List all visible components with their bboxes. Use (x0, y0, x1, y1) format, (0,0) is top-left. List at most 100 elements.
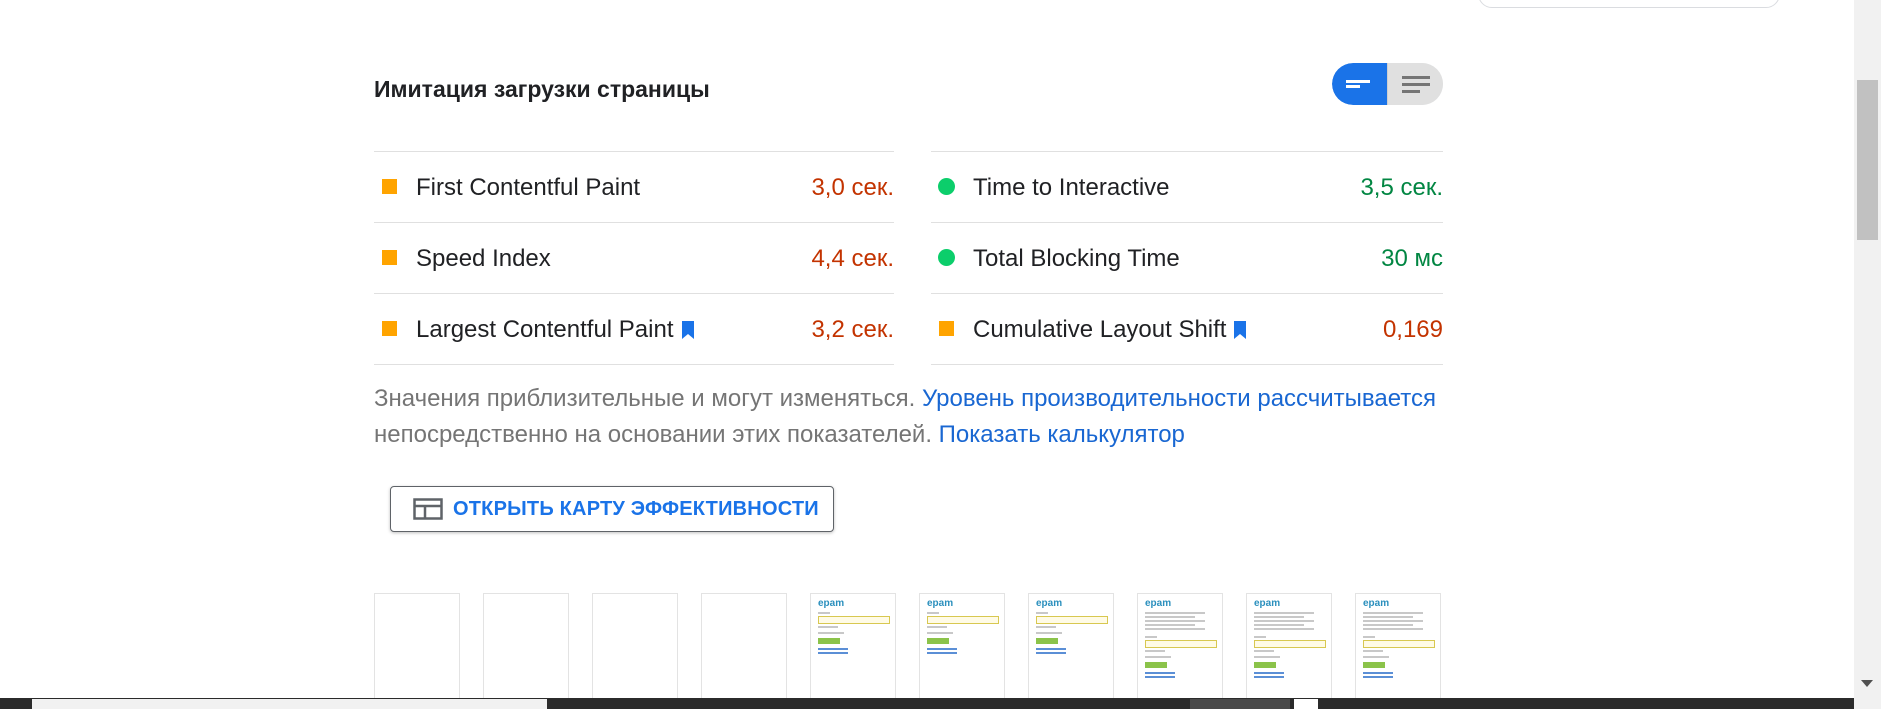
note-text-1: Значения приблизительные и могут изменят… (374, 385, 922, 412)
thumb-link (1145, 676, 1175, 678)
show-calculator-link[interactable]: Показать калькулятор (939, 421, 1185, 448)
scrollbar-thumb[interactable] (1857, 80, 1878, 240)
thumb-input (818, 616, 890, 624)
metric-row: Total Blocking Time 30 мс (931, 222, 1443, 293)
metric-label: Speed Index (416, 245, 551, 273)
thumb-bar (1145, 650, 1165, 652)
thumb-btn (1254, 662, 1276, 668)
bookmark-icon[interactable] (680, 320, 696, 340)
thumb-bar (1254, 636, 1266, 638)
epam-logo: epam (927, 598, 954, 609)
thumb-link (927, 648, 957, 650)
thumb-text-line (1145, 616, 1195, 618)
thumb-bar (1036, 626, 1056, 628)
thumb-input (1363, 640, 1435, 648)
thumb-text-line (1363, 616, 1413, 618)
thumb-link (927, 652, 957, 654)
thumb-bar (1254, 656, 1280, 658)
open-treemap-button[interactable]: ОТКРЫТЬ КАРТУ ЭФФЕКТИВНОСТИ (390, 486, 834, 532)
section-title: Имитация загрузки страницы (374, 76, 710, 102)
metrics-view-toggle[interactable] (1332, 63, 1443, 105)
thumb-bar (927, 632, 953, 634)
metric-label-text: Largest Contentful Paint (416, 316, 674, 343)
thumb-bar (1363, 650, 1383, 652)
expanded-view-button[interactable] (1387, 63, 1443, 105)
metric-label: Largest Contentful Paint (416, 316, 696, 344)
bookmark-icon[interactable] (1232, 320, 1248, 340)
thumb-link (818, 652, 848, 654)
orange-square-icon (382, 179, 397, 194)
metric-value: 0,169 (1382, 316, 1443, 343)
metric-label-text: First Contentful Paint (416, 174, 641, 201)
thumb-btn (1036, 638, 1058, 644)
epam-logo: epam (818, 598, 845, 609)
thumb-bar (1363, 656, 1389, 658)
metric-value: 3,5 сек. (1360, 174, 1443, 201)
bottom-bar-segment (1190, 699, 1290, 709)
metric-row: Time to Interactive 3,5 сек. (931, 151, 1443, 222)
thumb-bar (1363, 636, 1375, 638)
expanded-view-icon (1402, 76, 1430, 93)
thumb-link (1036, 648, 1066, 650)
thumb-text-line (1363, 624, 1413, 626)
metric-row: First Contentful Paint 3,0 сек. (374, 151, 894, 222)
thumb-link (1145, 672, 1175, 674)
thumb-btn (927, 638, 949, 644)
filmstrip-frame: epam (810, 593, 896, 701)
metric-label-text: Total Blocking Time (973, 245, 1180, 272)
metric-value: 30 мс (1381, 245, 1443, 272)
filmstrip-frame (374, 593, 460, 701)
metric-label-text: Time to Interactive (973, 174, 1170, 201)
metrics-column-right: Time to Interactive 3,5 сек. Total Blockin… (931, 151, 1443, 365)
orange-square-icon (939, 321, 954, 336)
thumb-text-line (1145, 612, 1205, 614)
performance-score-link[interactable]: Уровень производительности рассчитываетс… (922, 385, 1436, 412)
thumb-text-line (1145, 624, 1195, 626)
treemap-icon (413, 498, 443, 520)
metrics-column-left: First Contentful Paint 3,0 сек. Speed Inde… (374, 151, 894, 365)
note-text-2: непосредственно на основании этих показа… (374, 421, 939, 448)
thumb-btn (818, 638, 840, 644)
thumb-bar (1036, 612, 1048, 614)
compact-view-button[interactable] (1332, 63, 1387, 105)
metric-row: Cumulative Layout Shift 0,169 (931, 293, 1443, 365)
thumb-text-line (1363, 612, 1423, 614)
thumb-text-line (1254, 620, 1314, 622)
thumb-bar (818, 632, 844, 634)
search-box-edge[interactable] (1478, 0, 1780, 8)
metric-label: Time to Interactive (973, 174, 1170, 202)
orange-square-icon (382, 250, 397, 265)
filmstrip-frame (483, 593, 569, 701)
thumb-bar (1254, 650, 1274, 652)
scroll-down-arrow-icon[interactable] (1861, 680, 1873, 687)
thumb-text-line (1254, 628, 1314, 630)
metric-value: 3,0 сек. (811, 174, 894, 201)
thumb-btn (1145, 662, 1167, 668)
thumb-link (1254, 672, 1284, 674)
filmstrip-frame: epam (1246, 593, 1332, 701)
bottom-bar-segment (1294, 699, 1318, 709)
filmstrip-frame (701, 593, 787, 701)
metric-label: First Contentful Paint (416, 174, 640, 202)
metric-label-text: Cumulative Layout Shift (973, 316, 1227, 343)
thumb-bar (818, 612, 830, 614)
thumb-input (1036, 616, 1108, 624)
thumb-input (1254, 640, 1326, 648)
thumb-text-line (1254, 612, 1314, 614)
compact-view-icon (1346, 80, 1370, 88)
green-circle-icon (938, 249, 955, 266)
epam-logo: epam (1254, 598, 1281, 609)
epam-logo: epam (1036, 598, 1063, 609)
metric-label: Total Blocking Time (973, 245, 1180, 273)
thumb-input (927, 616, 999, 624)
epam-logo: epam (1363, 598, 1390, 609)
thumb-bar (927, 626, 947, 628)
thumb-text-line (1363, 628, 1423, 630)
bottom-bar-segment (32, 699, 547, 709)
thumb-bar (927, 612, 939, 614)
filmstrip-frame: epam (1028, 593, 1114, 701)
thumb-link (818, 648, 848, 650)
metric-row: Largest Contentful Paint 3,2 сек. (374, 293, 894, 365)
thumb-bar (1036, 632, 1062, 634)
thumb-bar (1145, 636, 1157, 638)
